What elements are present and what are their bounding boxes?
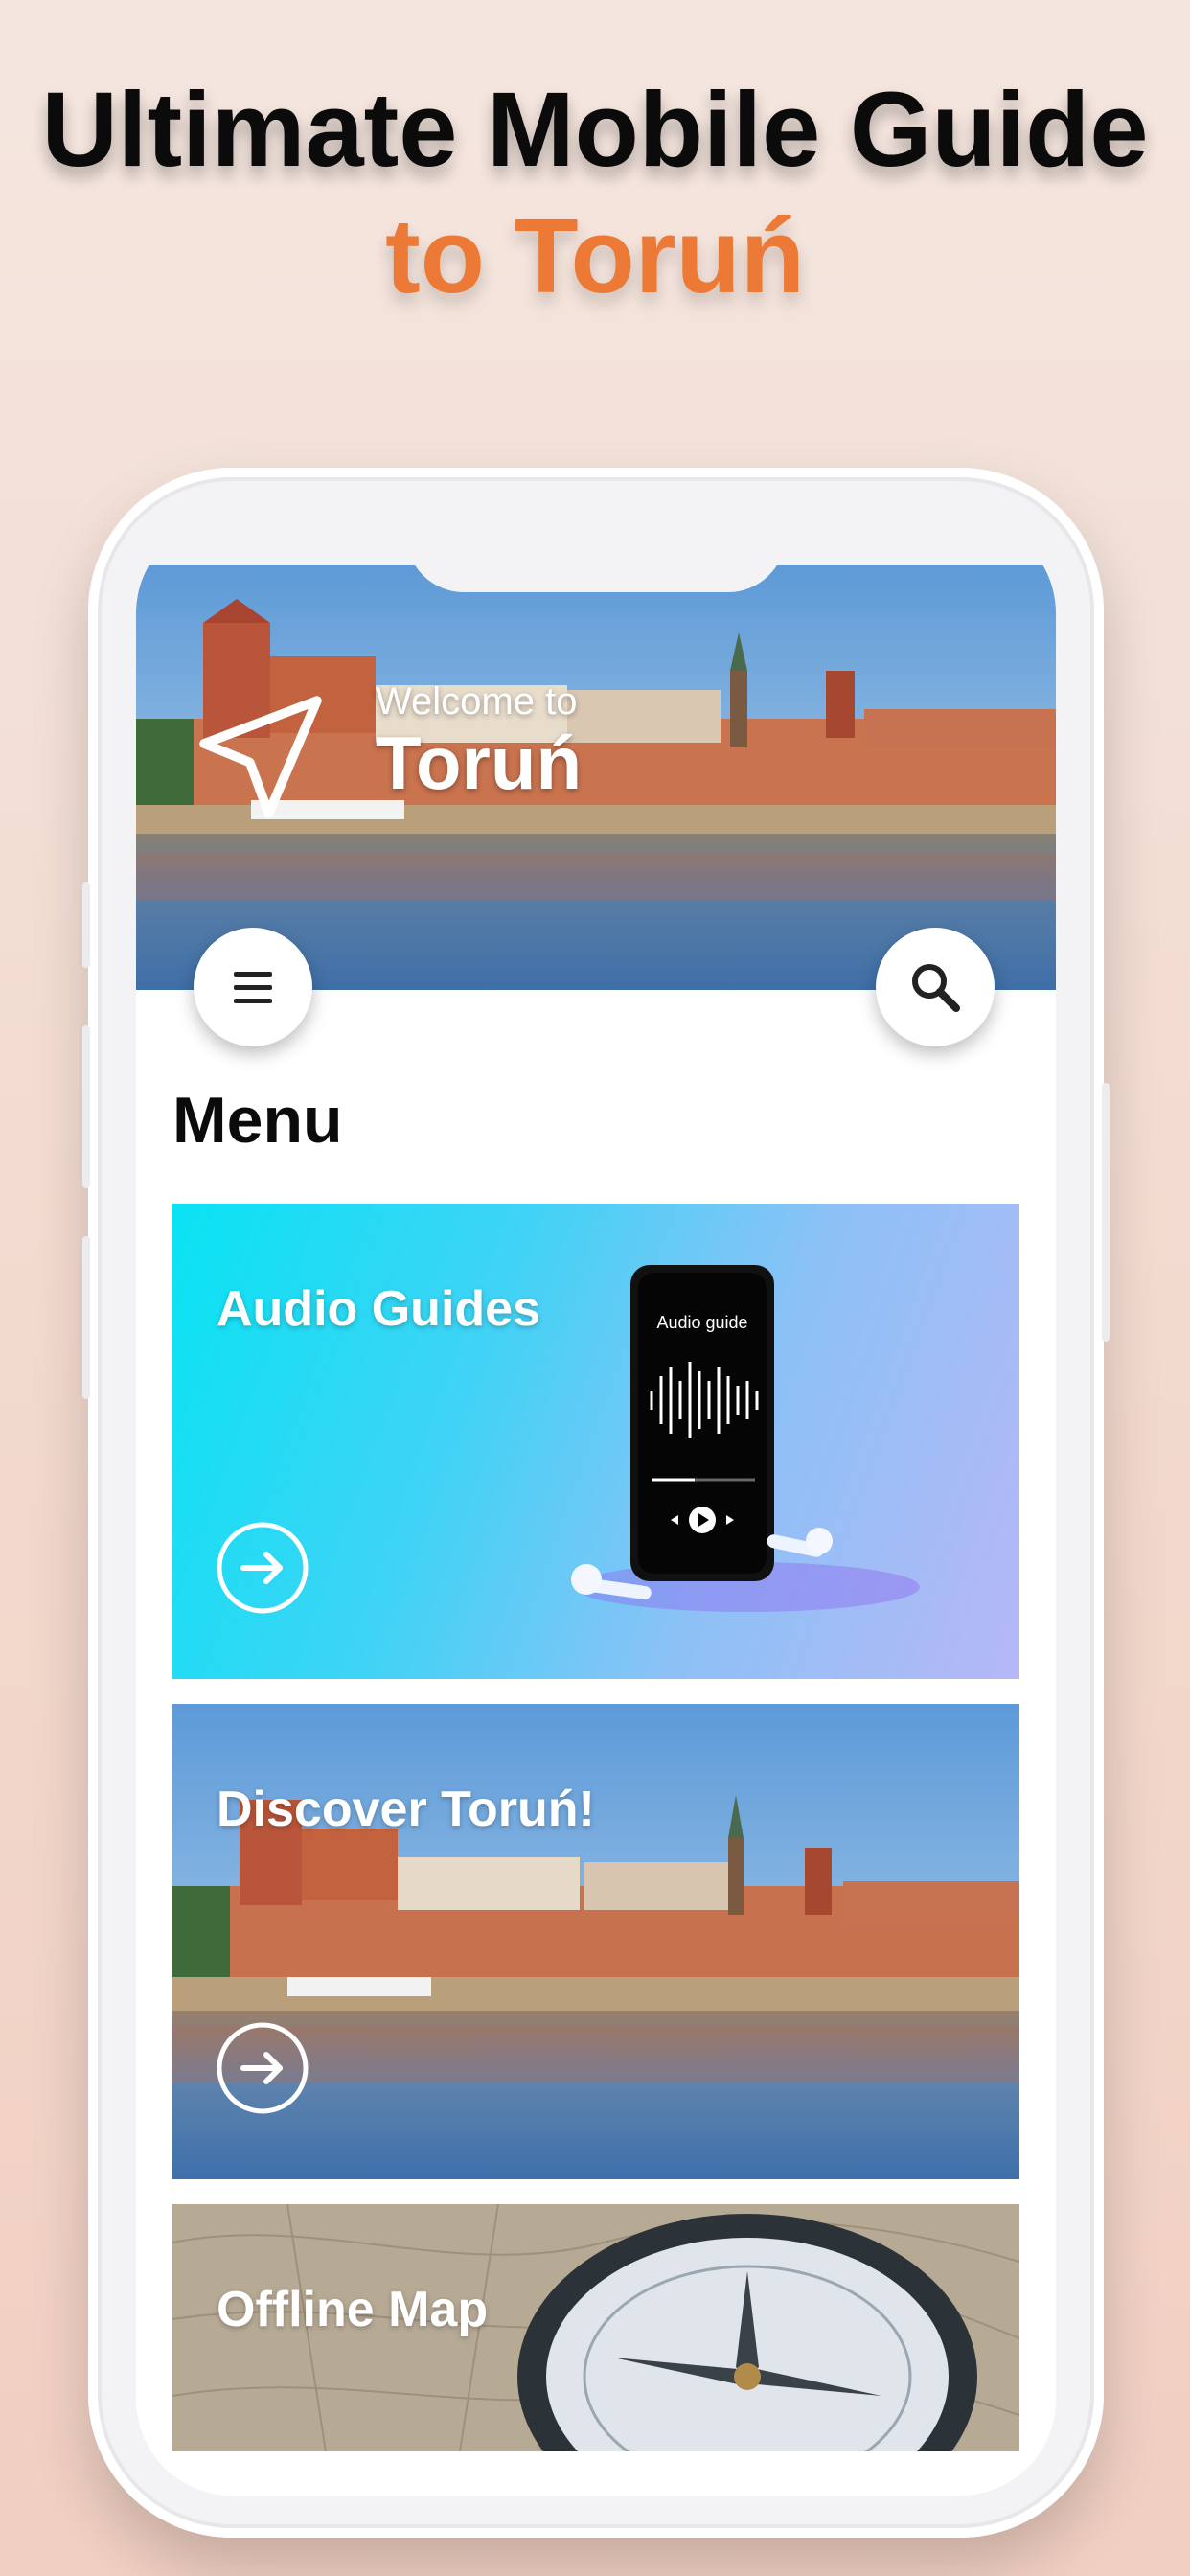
audio-phone-screen-label: Audio guide bbox=[656, 1313, 747, 1332]
card-title-discover-torun: Discover Toruń! bbox=[217, 1782, 595, 1837]
hero-city-title: Toruń bbox=[376, 721, 583, 805]
arrow-right-circle-icon[interactable] bbox=[215, 2020, 310, 2116]
hero-welcome-text: Welcome to bbox=[376, 680, 578, 723]
headline-line-2: to Toruń bbox=[385, 197, 805, 315]
menu-button[interactable] bbox=[194, 928, 312, 1046]
card-title-audio-guides: Audio Guides bbox=[217, 1281, 540, 1337]
menu-card-audio-guides[interactable]: Audio guide Audio Guides bbox=[172, 1204, 1019, 1679]
phone-side-button bbox=[82, 1025, 90, 1188]
search-button[interactable] bbox=[876, 928, 995, 1046]
headline-line-1: Ultimate Mobile Guide bbox=[41, 71, 1149, 189]
search-icon bbox=[912, 964, 960, 1012]
menu-card-offline-map[interactable]: Offline Map bbox=[172, 2204, 1019, 2451]
menu-card-discover-torun[interactable]: Discover Toruń! bbox=[172, 1704, 1019, 2179]
card-title-offline-map: Offline Map bbox=[217, 2282, 489, 2337]
hero-banner: Welcome to Toruń bbox=[136, 565, 1056, 990]
hamburger-menu-icon bbox=[234, 972, 272, 1003]
phone-side-button bbox=[82, 882, 90, 968]
phone-side-button bbox=[1102, 1083, 1110, 1342]
promo-headline: Ultimate Mobile Guide to Toruń bbox=[0, 67, 1190, 320]
app-screen: Welcome to Toruń Menu Audio guide Audio … bbox=[136, 518, 1056, 2496]
phone-side-button bbox=[82, 1236, 90, 1399]
menu-title: Menu bbox=[172, 1084, 343, 1157]
hero-text: Welcome to Toruń bbox=[376, 680, 582, 807]
arrow-right-circle-icon[interactable] bbox=[215, 1520, 310, 1616]
phone-notch bbox=[406, 518, 786, 592]
navigation-arrow-icon bbox=[199, 696, 322, 818]
